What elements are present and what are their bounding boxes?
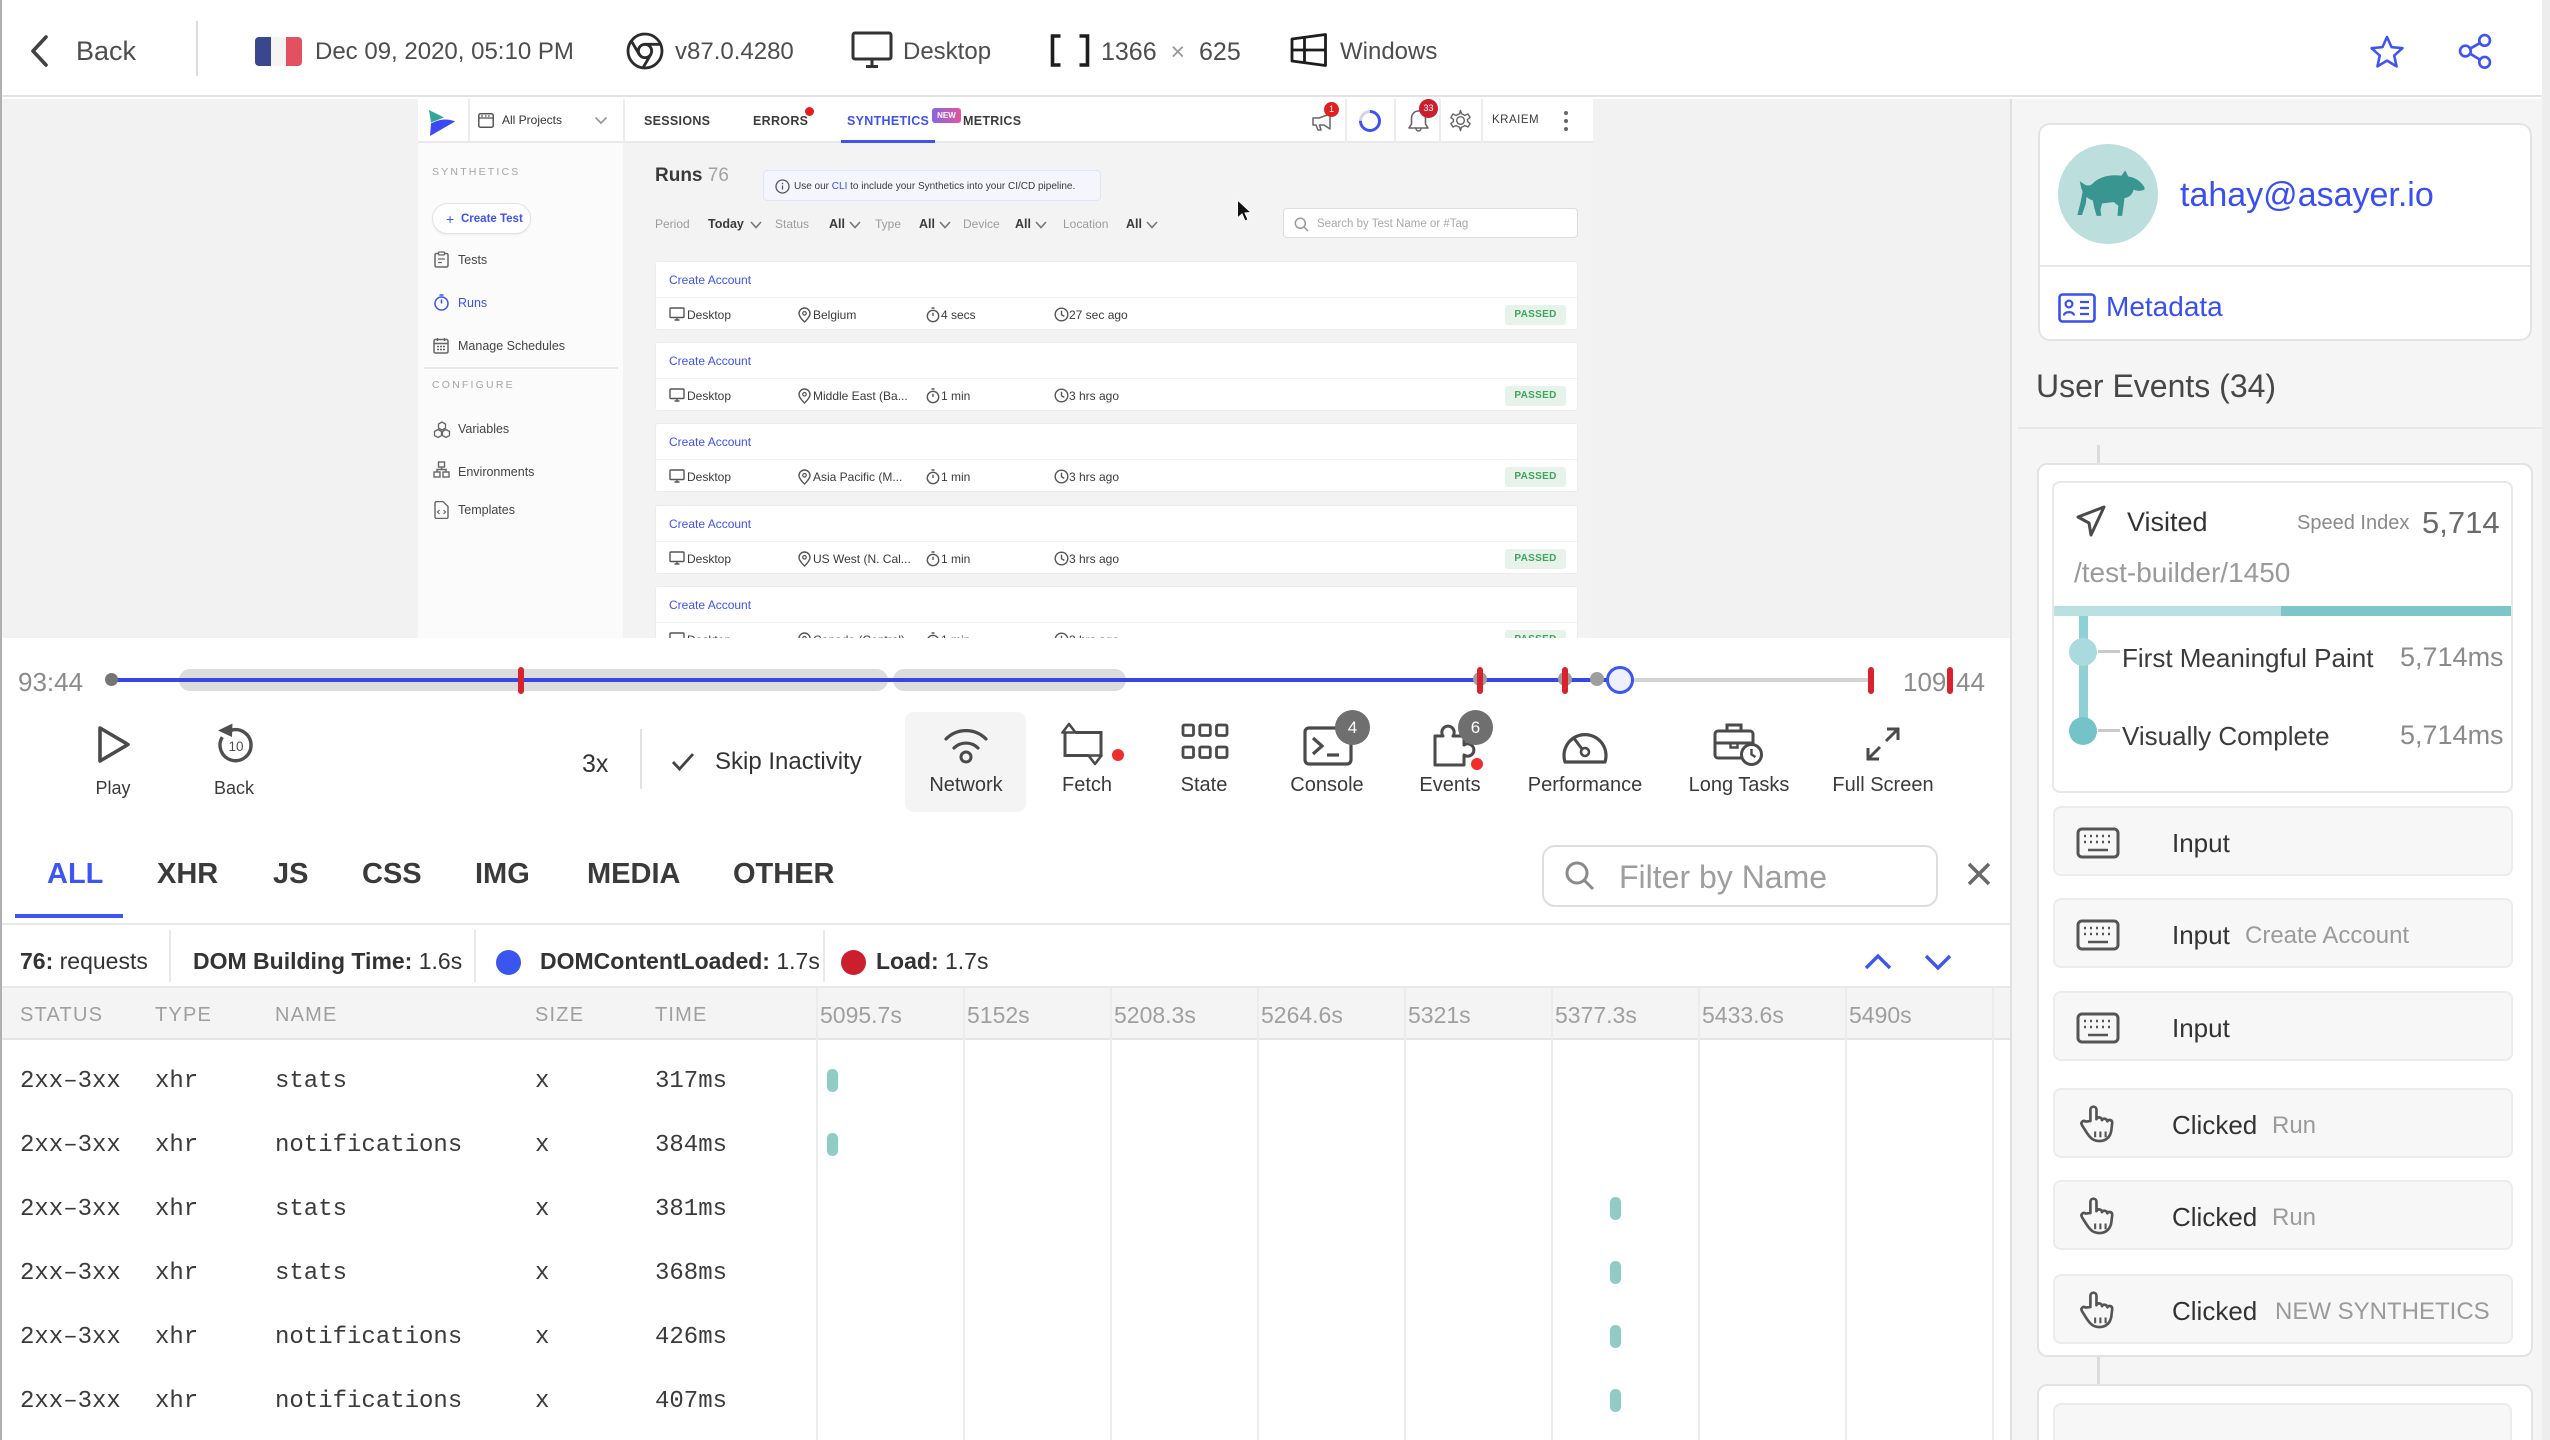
svg-text:10: 10 xyxy=(228,739,243,754)
